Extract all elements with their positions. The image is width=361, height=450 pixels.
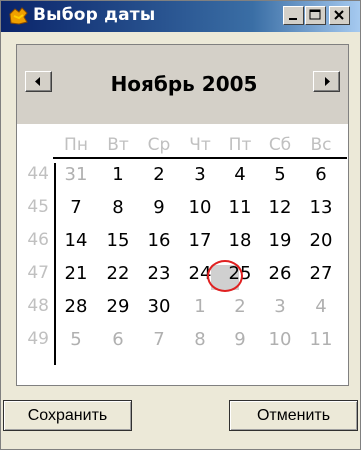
calendar-day[interactable]: 12 [264, 197, 296, 221]
weekday-header: Вт [107, 135, 129, 155]
calendar-day-other-month[interactable]: 8 [184, 329, 216, 353]
app-icon [9, 7, 28, 25]
minimize-icon [289, 18, 297, 20]
window-title: Выбор даты [33, 5, 156, 25]
minimize-button[interactable] [283, 6, 304, 25]
week-number: 49 [27, 329, 49, 349]
next-month-button[interactable] [313, 71, 340, 92]
calendar-day[interactable]: 11 [224, 197, 256, 221]
weekday-header: Ср [147, 135, 171, 155]
calendar-day[interactable]: 4 [224, 164, 256, 188]
calendar-day[interactable]: 16 [143, 230, 175, 254]
weekday-header: Чт [189, 135, 211, 155]
calendar-day[interactable]: 26 [264, 263, 296, 287]
calendar-day[interactable]: 30 [143, 296, 175, 320]
calendar-day[interactable]: 27 [305, 263, 337, 287]
close-icon [334, 10, 344, 20]
calendar-day-other-month[interactable]: 5 [60, 329, 92, 353]
maximize-icon [309, 9, 321, 20]
week-number-divider [54, 163, 56, 365]
today-marker [207, 260, 243, 292]
arrow-right-icon [325, 77, 330, 86]
calendar-day[interactable]: 1 [102, 164, 134, 188]
calendar-header: Ноябрь 2005 [17, 45, 348, 124]
calendar-day-other-month[interactable]: 7 [143, 329, 175, 353]
date-picker-window: Выбор даты Ноябрь 2005 Пн Вт Ср Чт Пт Сб Вс 44… [0, 0, 361, 450]
calendar-day-other-month[interactable]: 4 [305, 296, 337, 320]
calendar-day[interactable]: 15 [102, 230, 134, 254]
calendar-day[interactable]: 21 [60, 263, 92, 287]
save-button[interactable]: Сохранить [3, 400, 132, 431]
calendar-day[interactable]: 23 [143, 263, 175, 287]
week-number: 44 [27, 164, 49, 184]
calendar-day[interactable]: 28 [60, 296, 92, 320]
calendar-day[interactable]: 8 [102, 197, 134, 221]
cancel-button[interactable]: Отменить [229, 400, 358, 431]
maximize-button[interactable] [305, 6, 326, 25]
calendar-day[interactable]: 2 [143, 164, 175, 188]
week-number: 45 [27, 197, 49, 217]
weekday-divider [53, 157, 347, 159]
weekday-header: Пн [64, 135, 88, 155]
calendar-day[interactable]: 17 [184, 230, 216, 254]
calendar-day[interactable]: 6 [305, 164, 337, 188]
calendar-day[interactable]: 14 [60, 230, 92, 254]
calendar: Ноябрь 2005 Пн Вт Ср Чт Пт Сб Вс 44 31 1 2 3 4 5 6 45 7… [16, 44, 349, 386]
calendar-day-other-month[interactable]: 10 [264, 329, 296, 353]
calendar-day[interactable]: 19 [264, 230, 296, 254]
calendar-day[interactable]: 7 [60, 197, 92, 221]
weekday-header: Пт [228, 135, 252, 155]
calendar-day-other-month[interactable]: 3 [264, 296, 296, 320]
calendar-day[interactable]: 13 [305, 197, 337, 221]
month-year-label: Ноябрь 2005 [110, 72, 258, 96]
calendar-day-other-month[interactable]: 9 [224, 329, 256, 353]
calendar-day-other-month[interactable]: 6 [102, 329, 134, 353]
week-number: 46 [27, 230, 49, 250]
weekday-header: Сб [268, 135, 292, 155]
calendar-day-other-month[interactable]: 2 [224, 296, 256, 320]
calendar-day-other-month[interactable]: 31 [60, 164, 92, 188]
week-number: 48 [27, 296, 49, 316]
prev-month-button[interactable] [25, 71, 52, 92]
calendar-day[interactable]: 5 [264, 164, 296, 188]
close-button[interactable] [329, 6, 350, 25]
calendar-day-other-month[interactable]: 11 [305, 329, 337, 353]
calendar-day[interactable]: 18 [224, 230, 256, 254]
arrow-left-icon [35, 77, 40, 86]
calendar-day[interactable]: 10 [184, 197, 216, 221]
calendar-day[interactable]: 29 [102, 296, 134, 320]
calendar-day[interactable]: 20 [305, 230, 337, 254]
calendar-day-other-month[interactable]: 1 [184, 296, 216, 320]
calendar-day[interactable]: 3 [184, 164, 216, 188]
calendar-day[interactable]: 9 [143, 197, 175, 221]
week-number: 47 [27, 263, 49, 283]
title-bar[interactable]: Выбор даты [1, 1, 360, 32]
calendar-day[interactable]: 22 [102, 263, 134, 287]
weekday-header: Вс [310, 135, 332, 155]
